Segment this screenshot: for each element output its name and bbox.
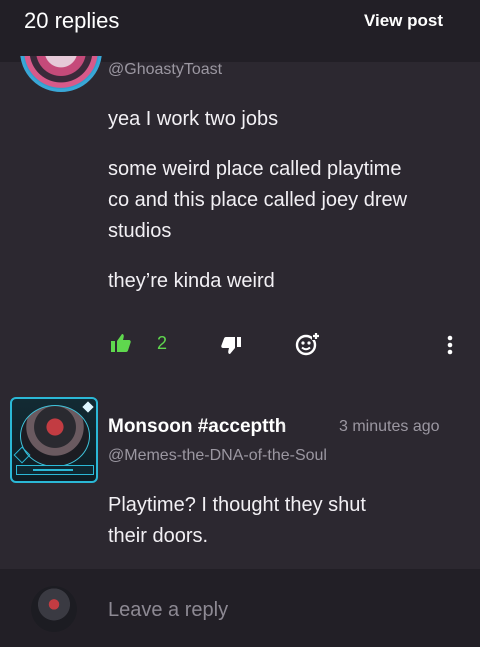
- commenter-handle[interactable]: @Memes-the-DNA-of-the-Soul: [108, 447, 327, 465]
- user-avatar: [31, 586, 77, 632]
- add-reaction-icon[interactable]: [294, 330, 322, 358]
- comment-timestamp: 3 minutes ago: [339, 418, 440, 435]
- reply-count: 20 replies: [24, 8, 120, 33]
- comment-actions: 2: [0, 330, 480, 360]
- like-count: 2: [157, 333, 168, 353]
- comment-line: some weird place called playtime: [108, 158, 402, 180]
- commenter-avatar[interactable]: [18, 56, 104, 96]
- commenter-handle[interactable]: @GhoastyToast: [108, 61, 222, 79]
- thumbs-down-icon[interactable]: [220, 336, 242, 356]
- name-fade: [280, 414, 324, 440]
- reply-input[interactable]: [108, 596, 448, 624]
- commenter-avatar[interactable]: [10, 397, 98, 483]
- comment-line: studios: [108, 220, 172, 242]
- comment-line: co and this place called joey drew: [108, 189, 408, 211]
- comment-line: Playtime? I thought they shut: [108, 494, 366, 516]
- comment-line: they’re kinda weird: [108, 270, 275, 292]
- thread-header: 20 replies View post: [0, 0, 480, 62]
- reply-bar: [0, 569, 480, 647]
- comment-line: yea I work two jobs: [108, 108, 279, 130]
- view-post-button[interactable]: View post: [364, 11, 443, 31]
- thumbs-up-icon[interactable]: [110, 332, 132, 354]
- more-options-icon[interactable]: [446, 334, 454, 356]
- comment-line: their doors.: [108, 525, 209, 547]
